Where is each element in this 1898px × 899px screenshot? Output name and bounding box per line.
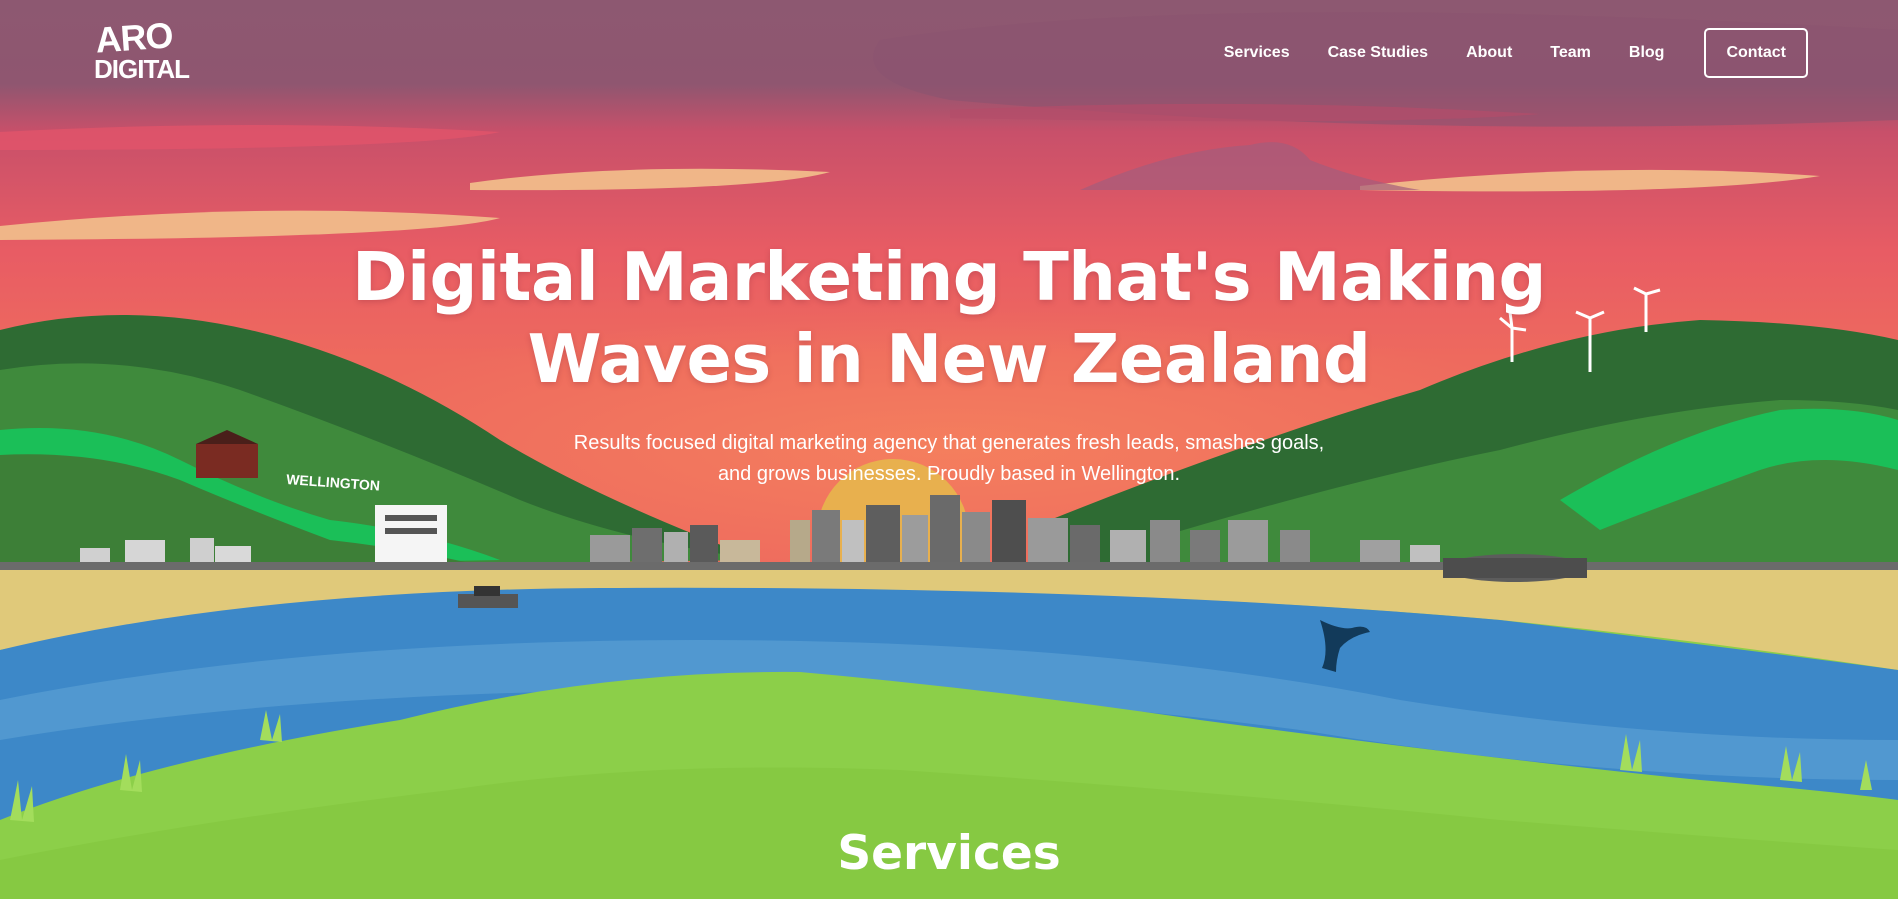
nav-case-studies[interactable]: Case Studies xyxy=(1328,44,1428,62)
contact-button[interactable]: Contact xyxy=(1704,28,1808,78)
hero-subtitle: Results focused digital marketing agency… xyxy=(529,428,1369,490)
nav-services[interactable]: Services xyxy=(1224,44,1290,62)
nav-about[interactable]: About xyxy=(1466,44,1512,62)
nav-blog[interactable]: Blog xyxy=(1629,44,1665,62)
hero-subtitle-line1: Results focused digital marketing agency… xyxy=(573,432,1325,454)
services-heading: Services xyxy=(837,826,1061,881)
hero-subtitle-line2: and grows businesses. Proudly based in W… xyxy=(717,463,1181,485)
hero-title-line2: Waves in New Zealand xyxy=(527,320,1371,398)
nav-team[interactable]: Team xyxy=(1550,44,1591,62)
main-nav: Services Case Studies About Team Blog Co… xyxy=(1186,28,1808,78)
hero-title-line1: Digital Marketing That's Making xyxy=(351,238,1547,316)
hero-title: Digital Marketing That's Making Waves in… xyxy=(0,236,1898,400)
aro-digital-logo[interactable]: ARO DIGITAL xyxy=(94,14,190,88)
logo-wordmark-top: ARO xyxy=(94,14,174,61)
hero-section: Digital Marketing That's Making Waves in… xyxy=(0,236,1898,490)
ferry xyxy=(458,594,518,608)
